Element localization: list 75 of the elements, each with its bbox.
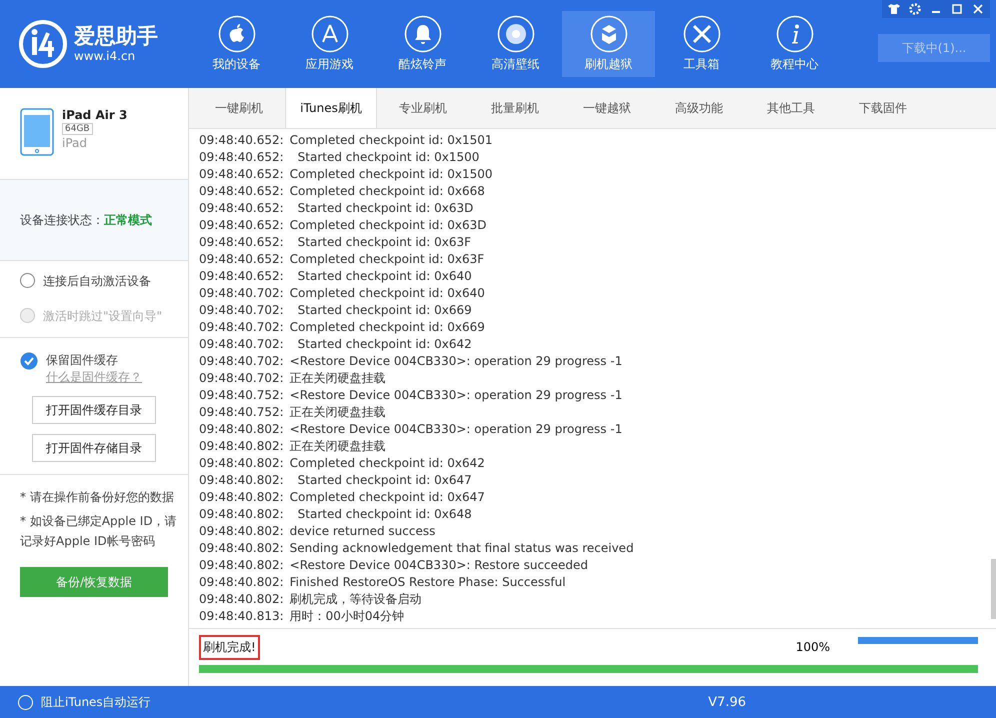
status-value: 正常模式: [104, 212, 152, 228]
nav-tab[interactable]: 刷机越狱: [562, 11, 655, 77]
option-label: 阻止iTunes自动运行: [41, 694, 151, 710]
tablet-icon: [20, 108, 54, 156]
app-store-icon: [310, 15, 348, 53]
nav-tab[interactable]: 酷炫铃声: [376, 11, 469, 77]
capacity-badge: 64GB: [62, 123, 93, 135]
status-label: 设备连接状态：: [20, 212, 104, 228]
log-line: 09:48:40.802: 正在关闭硬盘挂载: [199, 438, 387, 455]
version-label: V7.96: [708, 694, 746, 710]
apple-icon: [218, 15, 256, 53]
log-line: 09:48:40.813: 用时：00小时04分钟: [199, 608, 406, 625]
logo-url: www.i4.cn: [74, 48, 136, 63]
log-line: 09:48:40.802: Started checkpoint id: 0x647: [199, 472, 473, 489]
shirt-icon[interactable]: [887, 2, 901, 16]
nav-tab[interactable]: 我的设备: [190, 11, 283, 77]
log-line: 09:48:40.652: Completed checkpoint id: 0x1501: [199, 132, 494, 149]
log-line: 09:48:40.702: Completed checkpoint id: 0x669: [199, 319, 486, 336]
checkbox[interactable]: [20, 352, 38, 370]
log-line: 09:48:40.702: <Restore Device 004CB330>: operation 29 progress -1: [199, 353, 624, 370]
radio-button[interactable]: [20, 273, 35, 288]
log-line: 09:48:40.652: Started checkpoint id: 0x63D: [199, 200, 474, 217]
box-icon: [590, 15, 628, 53]
log-line: 09:48:40.802: <Restore Device 004CB330>: operation 29 progress -1: [199, 421, 624, 438]
folder-button[interactable]: 打开固件缓存目录: [32, 396, 156, 424]
bell-icon: [404, 15, 442, 53]
log-line: 09:48:40.652: Started checkpoint id: 0x63F: [199, 234, 472, 251]
tab[interactable]: 一键越狱: [561, 88, 653, 128]
log-line: 09:48:40.702: Started checkpoint id: 0x642: [199, 336, 473, 353]
log-line: 09:48:40.702: Started checkpoint id: 0x669: [199, 302, 473, 319]
maximize-icon[interactable]: [950, 2, 964, 16]
note-text: * 请在操作前备份好您的数据: [20, 489, 175, 506]
log-line: 09:48:40.652: Started checkpoint id: 0x1500: [199, 149, 480, 166]
option-label: 激活时跳过"设置向导": [43, 308, 162, 325]
option-label: 连接后自动激活设备: [43, 273, 151, 290]
log-line: 09:48:40.802: Sending acknowledgement that final status was received: [199, 540, 635, 557]
log-line: 09:48:40.752: 正在关闭硬盘挂载: [199, 404, 387, 421]
tab[interactable]: 一键刷机: [193, 88, 285, 128]
log-line: 09:48:40.652: Completed checkpoint id: 0x1500: [199, 166, 494, 183]
nav-tab[interactable]: 高清壁纸: [469, 11, 562, 77]
device-type: iPad: [62, 136, 88, 150]
nav-tab[interactable]: 应用游戏: [283, 11, 376, 77]
log-line: 09:48:40.652: Completed checkpoint id: 0x63D: [199, 217, 488, 234]
tab[interactable]: 批量刷机: [469, 88, 561, 128]
logo-icon: [18, 19, 68, 69]
note-text: * 如设备已绑定Apple ID，请记录好Apple ID帐号密码: [20, 513, 178, 550]
log-line: 09:48:40.702: Completed checkpoint id: 0x640: [199, 285, 486, 302]
tab[interactable]: iTunes刷机: [285, 88, 377, 128]
folder-button[interactable]: 打开固件存储目录: [32, 434, 156, 462]
nav-tab[interactable]: 工具箱: [655, 11, 748, 77]
status-message: 刷机完成!: [199, 634, 260, 660]
logo-title: 爱思助手: [74, 25, 158, 49]
log-line: 09:48:40.802: Completed checkpoint id: 0x642: [199, 455, 486, 472]
scrollbar-thumb[interactable]: [991, 559, 996, 619]
tab[interactable]: 下载固件: [837, 88, 929, 128]
tab[interactable]: 高级功能: [653, 88, 745, 128]
device-name: iPad Air 3: [62, 108, 128, 122]
tab[interactable]: 专业刷机: [377, 88, 469, 128]
log-line: 09:48:40.652: Started checkpoint id: 0x640: [199, 268, 473, 285]
close-icon[interactable]: [971, 2, 985, 16]
log-line: 09:48:40.702: 正在关闭硬盘挂载: [199, 370, 387, 387]
log-line: 09:48:40.652: Completed checkpoint id: 0x63F: [199, 251, 486, 268]
log-line: 09:48:40.802: Completed checkpoint id: 0x647: [199, 489, 486, 506]
tab[interactable]: 其他工具: [745, 88, 837, 128]
nav-tab[interactable]: 教程中心: [748, 11, 841, 77]
log-line: 09:48:40.802: Finished RestoreOS Restore Phase: Successful: [199, 574, 567, 591]
log-line: 09:48:40.802: 刷机完成，等待设备启动: [199, 591, 423, 608]
log-line: 09:48:40.752: <Restore Device 004CB330>: operation 29 progress -1: [199, 387, 624, 404]
log-line: 09:48:40.802: device returned success: [199, 523, 436, 540]
percent-label: 100%: [796, 640, 830, 654]
log-line: 09:48:40.802: <Restore Device 004CB330>: Restore succeeded: [199, 557, 590, 574]
log-line: 09:48:40.802: Started checkpoint id: 0x648: [199, 506, 473, 523]
info-icon: [776, 15, 814, 53]
option-label: 保留固件缓存: [46, 352, 119, 369]
log-line: 09:48:40.652: Completed checkpoint id: 0x668: [199, 183, 486, 200]
